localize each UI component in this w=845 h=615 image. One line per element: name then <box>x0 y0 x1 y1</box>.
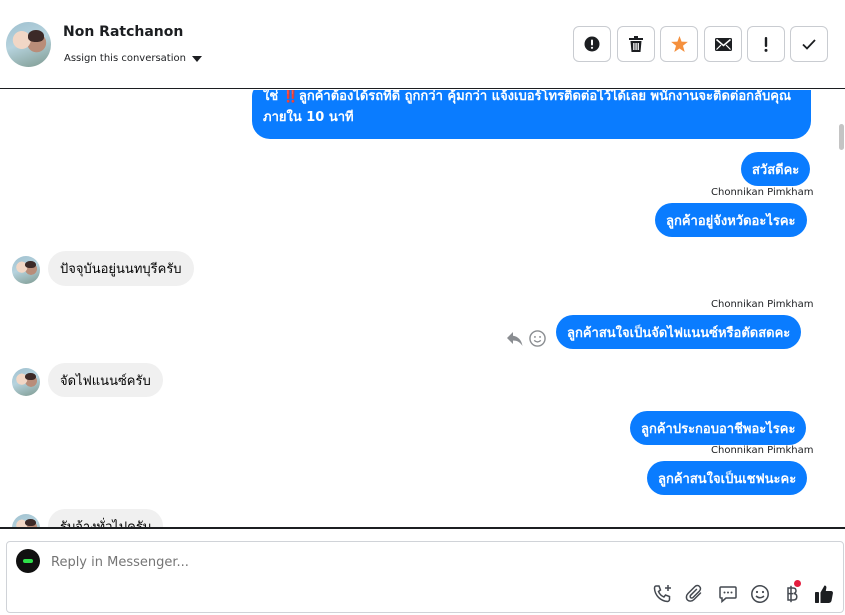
contact-avatar[interactable] <box>6 22 51 67</box>
reply-icon[interactable] <box>507 331 523 346</box>
conversation-header: Non Ratchanon Assign this conversation <box>0 0 845 89</box>
report-button[interactable] <box>573 26 611 62</box>
check-icon <box>802 38 816 50</box>
scrollbar-thumb[interactable] <box>839 124 844 150</box>
incoming-message-bubble[interactable]: จัดไฟแนนซ์ครับ <box>48 363 163 397</box>
star-icon <box>670 36 688 52</box>
payment-button[interactable] <box>781 580 803 605</box>
contact-avatar-small[interactable] <box>12 368 40 396</box>
sender-name: Chonnikan Pimkham <box>711 299 814 310</box>
outgoing-message-bubble[interactable]: ใช่ ‼️ลูกค้าต้องได้รถที่ดี ถูกกว่า คุ้มก… <box>252 90 811 139</box>
attachment-button[interactable] <box>684 583 706 605</box>
star-button[interactable] <box>660 26 698 62</box>
emoji-icon <box>751 585 769 603</box>
saved-reply-icon <box>719 586 737 604</box>
outgoing-message-bubble[interactable]: ลูกค้าสนใจเป็นเชฟนะคะ <box>647 461 808 495</box>
trash-icon <box>629 36 643 52</box>
thread-scrollbar[interactable] <box>838 90 845 527</box>
reply-composer <box>6 541 844 613</box>
contact-avatar-small[interactable] <box>12 256 40 284</box>
page-avatar <box>16 549 40 573</box>
sender-name: Chonnikan Pimkham <box>711 187 814 198</box>
notification-dot <box>794 580 801 587</box>
caret-down-icon <box>191 55 202 62</box>
contact-avatar-small[interactable] <box>12 514 40 527</box>
contact-name[interactable]: Non Ratchanon <box>63 24 183 40</box>
emoji-reaction-icon[interactable] <box>529 330 546 347</box>
mark-unread-button[interactable] <box>704 26 742 62</box>
envelope-icon <box>714 37 732 51</box>
saved-replies-button[interactable] <box>717 583 739 605</box>
message-hover-tools <box>507 330 546 347</box>
call-add-icon <box>653 585 671 603</box>
incoming-message-bubble[interactable]: รับจ้างทั่วไปครับ <box>48 509 164 527</box>
alert-circle-icon <box>584 36 600 52</box>
emoji-button[interactable] <box>749 583 771 605</box>
done-button[interactable] <box>790 26 828 62</box>
incoming-message-bubble[interactable]: ปัจจุบันอยู่นนทบุรีครับ <box>48 251 194 286</box>
outgoing-message-bubble[interactable]: ลูกค้าสนใจเป็นจัดไฟแนนซ์หรือตัดสดคะ <box>556 315 802 349</box>
like-button[interactable] <box>813 583 835 605</box>
thread-divider <box>0 527 845 529</box>
priority-button[interactable] <box>747 26 785 62</box>
sender-name: Chonnikan Pimkham <box>711 445 814 456</box>
like-icon <box>815 585 833 603</box>
attachment-icon <box>685 584 702 602</box>
baht-payment-icon <box>787 585 798 603</box>
assign-conversation-dropdown[interactable]: Assign this conversation <box>64 53 202 64</box>
outgoing-message-bubble[interactable]: ลูกค้าอยู่จังหวัดอะไรคะ <box>655 203 807 237</box>
outgoing-message-bubble[interactable]: สวัสดีคะ <box>741 152 811 186</box>
message-thread[interactable]: ใช่ ‼️ลูกค้าต้องได้รถที่ดี ถูกกว่า คุ้มก… <box>0 90 845 527</box>
exclamation-icon <box>764 36 768 52</box>
assign-label: Assign this conversation <box>64 53 186 64</box>
reply-input[interactable] <box>51 555 751 570</box>
delete-button[interactable] <box>617 26 655 62</box>
call-add-button[interactable] <box>651 583 673 605</box>
outgoing-message-bubble[interactable]: ลูกค้าประกอบอาชีพอะไรคะ <box>630 411 807 445</box>
